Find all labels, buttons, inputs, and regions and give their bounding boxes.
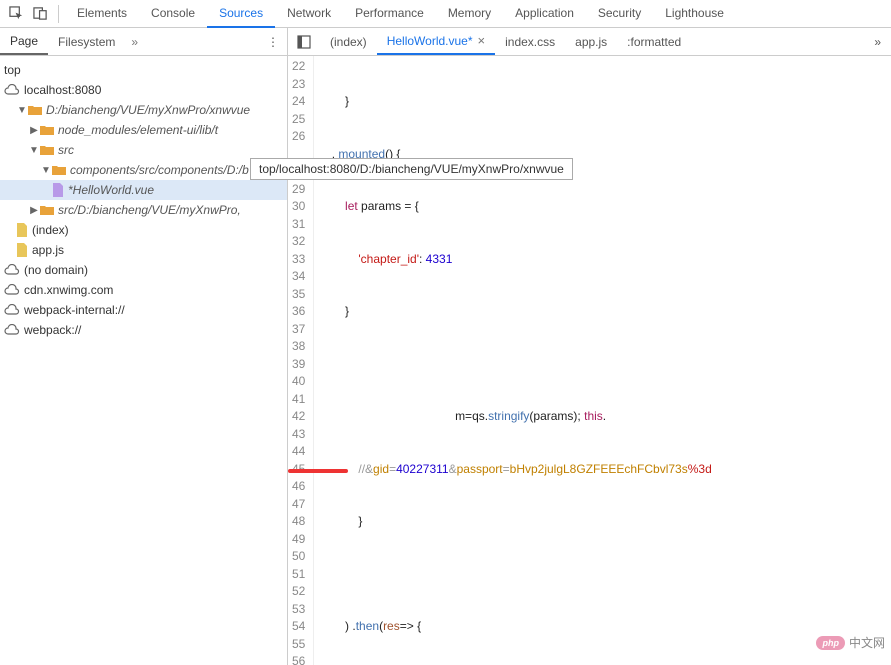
more-file-tabs-icon[interactable]: » bbox=[874, 35, 881, 49]
sidebar-tabs: Page Filesystem » ⋮ bbox=[0, 28, 287, 56]
tree-node-modules[interactable]: ▶ node_modules/element-ui/lib/t bbox=[0, 120, 287, 140]
sidebar-tab-page[interactable]: Page bbox=[0, 28, 48, 55]
tree-components[interactable]: ▼ components/src/components/D:/b bbox=[0, 160, 287, 180]
tree-src[interactable]: ▼ src bbox=[0, 140, 287, 160]
devtools-top-bar: Elements Console Sources Network Perform… bbox=[0, 0, 891, 28]
file-tab-formatted[interactable]: :formatted bbox=[617, 28, 691, 55]
tab-application[interactable]: Application bbox=[503, 0, 586, 28]
cloud-icon bbox=[4, 263, 20, 277]
tree-cdn[interactable]: cdn.xnwimg.com bbox=[0, 280, 287, 300]
more-sidebar-tabs-icon[interactable]: » bbox=[131, 35, 138, 49]
tree-webpack-internal[interactable]: webpack-internal:// bbox=[0, 300, 287, 320]
device-toggle-icon[interactable] bbox=[30, 4, 50, 24]
sources-sidebar: Page Filesystem » ⋮ top localhost:8080 ▼… bbox=[0, 28, 288, 665]
path-tooltip: top/localhost:8080/D:/biancheng/VUE/myXn… bbox=[250, 158, 573, 180]
folder-icon bbox=[52, 164, 66, 176]
file-tab-index[interactable]: (index) bbox=[320, 28, 377, 55]
tree-helloworld-vue[interactable]: *HelloWorld.vue bbox=[0, 180, 287, 200]
file-icon bbox=[16, 223, 28, 237]
inspect-icon[interactable] bbox=[6, 4, 26, 24]
tree-nodomain[interactable]: (no domain) bbox=[0, 260, 287, 280]
line-gutter[interactable]: 2223242526272829303132333435363738394041… bbox=[288, 56, 314, 665]
cloud-icon bbox=[4, 303, 20, 317]
annotation-red-mark bbox=[288, 469, 348, 473]
tab-console[interactable]: Console bbox=[139, 0, 207, 28]
file-tab-indexcss[interactable]: index.css bbox=[495, 28, 565, 55]
tree-host[interactable]: localhost:8080 bbox=[0, 80, 287, 100]
tree-top[interactable]: top bbox=[0, 60, 287, 80]
file-tabs: (index) HelloWorld.vue* × index.css app.… bbox=[288, 28, 891, 56]
cloud-icon bbox=[4, 283, 20, 297]
chevron-down-icon: ▼ bbox=[16, 105, 28, 116]
chevron-down-icon: ▼ bbox=[28, 145, 40, 156]
file-tab-appjs[interactable]: app.js bbox=[565, 28, 617, 55]
devtools-tabs: Elements Console Sources Network Perform… bbox=[65, 0, 736, 28]
editor: (index) HelloWorld.vue* × index.css app.… bbox=[288, 28, 891, 665]
tree-appjs[interactable]: app.js bbox=[0, 240, 287, 260]
folder-icon bbox=[40, 204, 54, 216]
divider bbox=[58, 5, 59, 23]
tab-elements[interactable]: Elements bbox=[65, 0, 139, 28]
tree-webpack[interactable]: webpack:// bbox=[0, 320, 287, 340]
file-tab-helloworld[interactable]: HelloWorld.vue* × bbox=[377, 28, 495, 55]
code-area[interactable]: 2223242526272829303132333435363738394041… bbox=[288, 56, 891, 665]
tree-index[interactable]: (index) bbox=[0, 220, 287, 240]
tab-sources[interactable]: Sources bbox=[207, 0, 275, 28]
tab-network[interactable]: Network bbox=[275, 0, 343, 28]
folder-icon bbox=[28, 104, 42, 116]
sidebar-tab-filesystem[interactable]: Filesystem bbox=[48, 28, 125, 55]
folder-icon bbox=[40, 124, 54, 136]
php-badge-icon: php bbox=[816, 636, 845, 650]
chevron-right-icon: ▶ bbox=[28, 205, 40, 216]
tree-path[interactable]: ▼ D:/biancheng/VUE/myXnwPro/xnwvue bbox=[0, 100, 287, 120]
chevron-down-icon: ▼ bbox=[40, 165, 52, 176]
file-icon bbox=[16, 243, 28, 257]
chevron-right-icon: ▶ bbox=[28, 125, 40, 136]
tree-src2[interactable]: ▶ src/D:/biancheng/VUE/myXnwPro, bbox=[0, 200, 287, 220]
sidebar-overflow-icon[interactable]: ⋮ bbox=[267, 35, 279, 49]
folder-icon bbox=[40, 144, 54, 156]
tab-security[interactable]: Security bbox=[586, 0, 653, 28]
watermark: php 中文网 bbox=[816, 634, 885, 651]
tab-lighthouse[interactable]: Lighthouse bbox=[653, 0, 736, 28]
code-content[interactable]: } , mounted() { let params = { 'chapter_… bbox=[314, 56, 711, 665]
tab-memory[interactable]: Memory bbox=[436, 0, 503, 28]
file-icon bbox=[52, 183, 64, 197]
tab-performance[interactable]: Performance bbox=[343, 0, 436, 28]
cloud-icon bbox=[4, 323, 20, 337]
toggle-navigator-icon[interactable] bbox=[294, 32, 314, 52]
cloud-icon bbox=[4, 83, 20, 97]
file-tree: top localhost:8080 ▼ D:/biancheng/VUE/my… bbox=[0, 56, 287, 340]
close-icon[interactable]: × bbox=[478, 33, 486, 48]
